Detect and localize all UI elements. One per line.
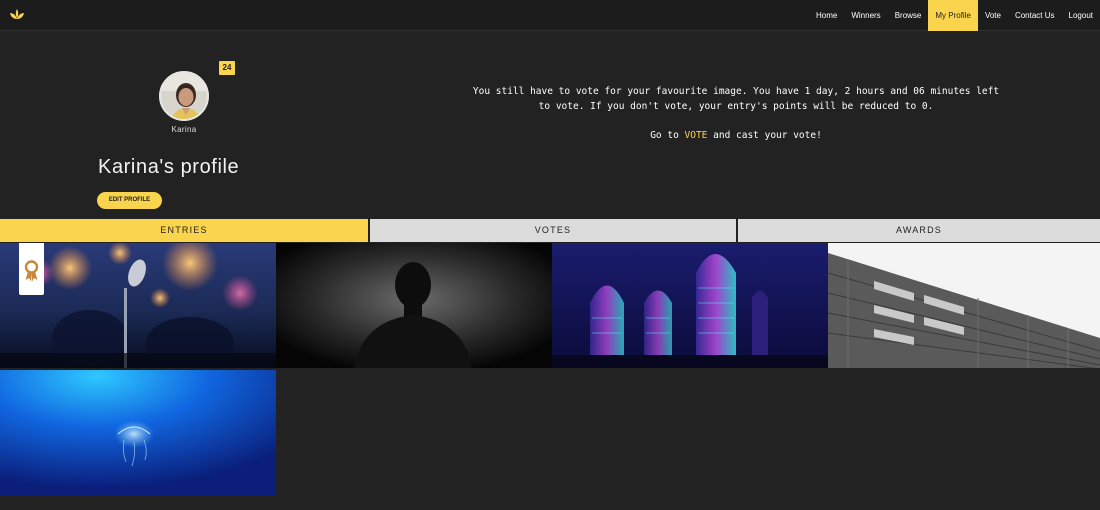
nav-vote[interactable]: Vote bbox=[978, 0, 1008, 31]
jellyfish-photo bbox=[0, 370, 276, 495]
tab-entries[interactable]: ENTRIES bbox=[0, 219, 368, 242]
award-ribbon bbox=[19, 243, 44, 295]
vote-cta: Go to VOTE and cast your vote! bbox=[470, 128, 1002, 143]
nav-browse[interactable]: Browse bbox=[888, 0, 929, 31]
profile-tabs: ENTRIES VOTES AWARDS bbox=[0, 219, 1100, 242]
vote-link[interactable]: VOTE bbox=[685, 130, 708, 141]
avatar-name: Karina bbox=[171, 125, 197, 134]
nav-home[interactable]: Home bbox=[809, 0, 844, 31]
vote-cta-prefix: Go to bbox=[650, 130, 685, 141]
nav-my-profile[interactable]: My Profile bbox=[928, 0, 978, 31]
vote-cta-suffix: and cast your vote! bbox=[707, 130, 822, 141]
edit-profile-button[interactable]: EDIT PROFILE bbox=[97, 192, 162, 209]
nav-contact-us[interactable]: Contact Us bbox=[1008, 0, 1062, 31]
avatar-photo bbox=[161, 73, 207, 119]
tab-votes[interactable]: VOTES bbox=[370, 219, 736, 242]
lotus-logo-icon[interactable] bbox=[9, 8, 25, 22]
avatar[interactable] bbox=[159, 71, 209, 121]
award-medal-icon bbox=[24, 260, 39, 282]
top-nav-bar: Home Winners Browse My Profile Vote Cont… bbox=[0, 0, 1100, 31]
entry-image-building[interactable] bbox=[828, 243, 1100, 368]
nav-logout[interactable]: Logout bbox=[1062, 0, 1100, 31]
page-title: Karina's profile bbox=[98, 156, 240, 178]
entry-image-skyscrapers[interactable] bbox=[552, 243, 828, 368]
silhouette-portrait-photo bbox=[276, 243, 552, 368]
building-facade-photo bbox=[828, 243, 1100, 368]
vote-reminder-notice: You still have to vote for your favourit… bbox=[470, 84, 1002, 143]
main-nav: Home Winners Browse My Profile Vote Cont… bbox=[809, 0, 1100, 31]
nav-winners[interactable]: Winners bbox=[844, 0, 887, 31]
entry-image-jellyfish[interactable] bbox=[0, 370, 276, 495]
vote-reminder-message: You still have to vote for your favourit… bbox=[472, 86, 1000, 112]
entry-image-silhouette[interactable] bbox=[276, 243, 552, 368]
neon-skyscrapers-photo bbox=[552, 243, 828, 368]
entries-count-badge: 24 bbox=[219, 61, 235, 75]
tab-awards[interactable]: AWARDS bbox=[738, 219, 1100, 242]
